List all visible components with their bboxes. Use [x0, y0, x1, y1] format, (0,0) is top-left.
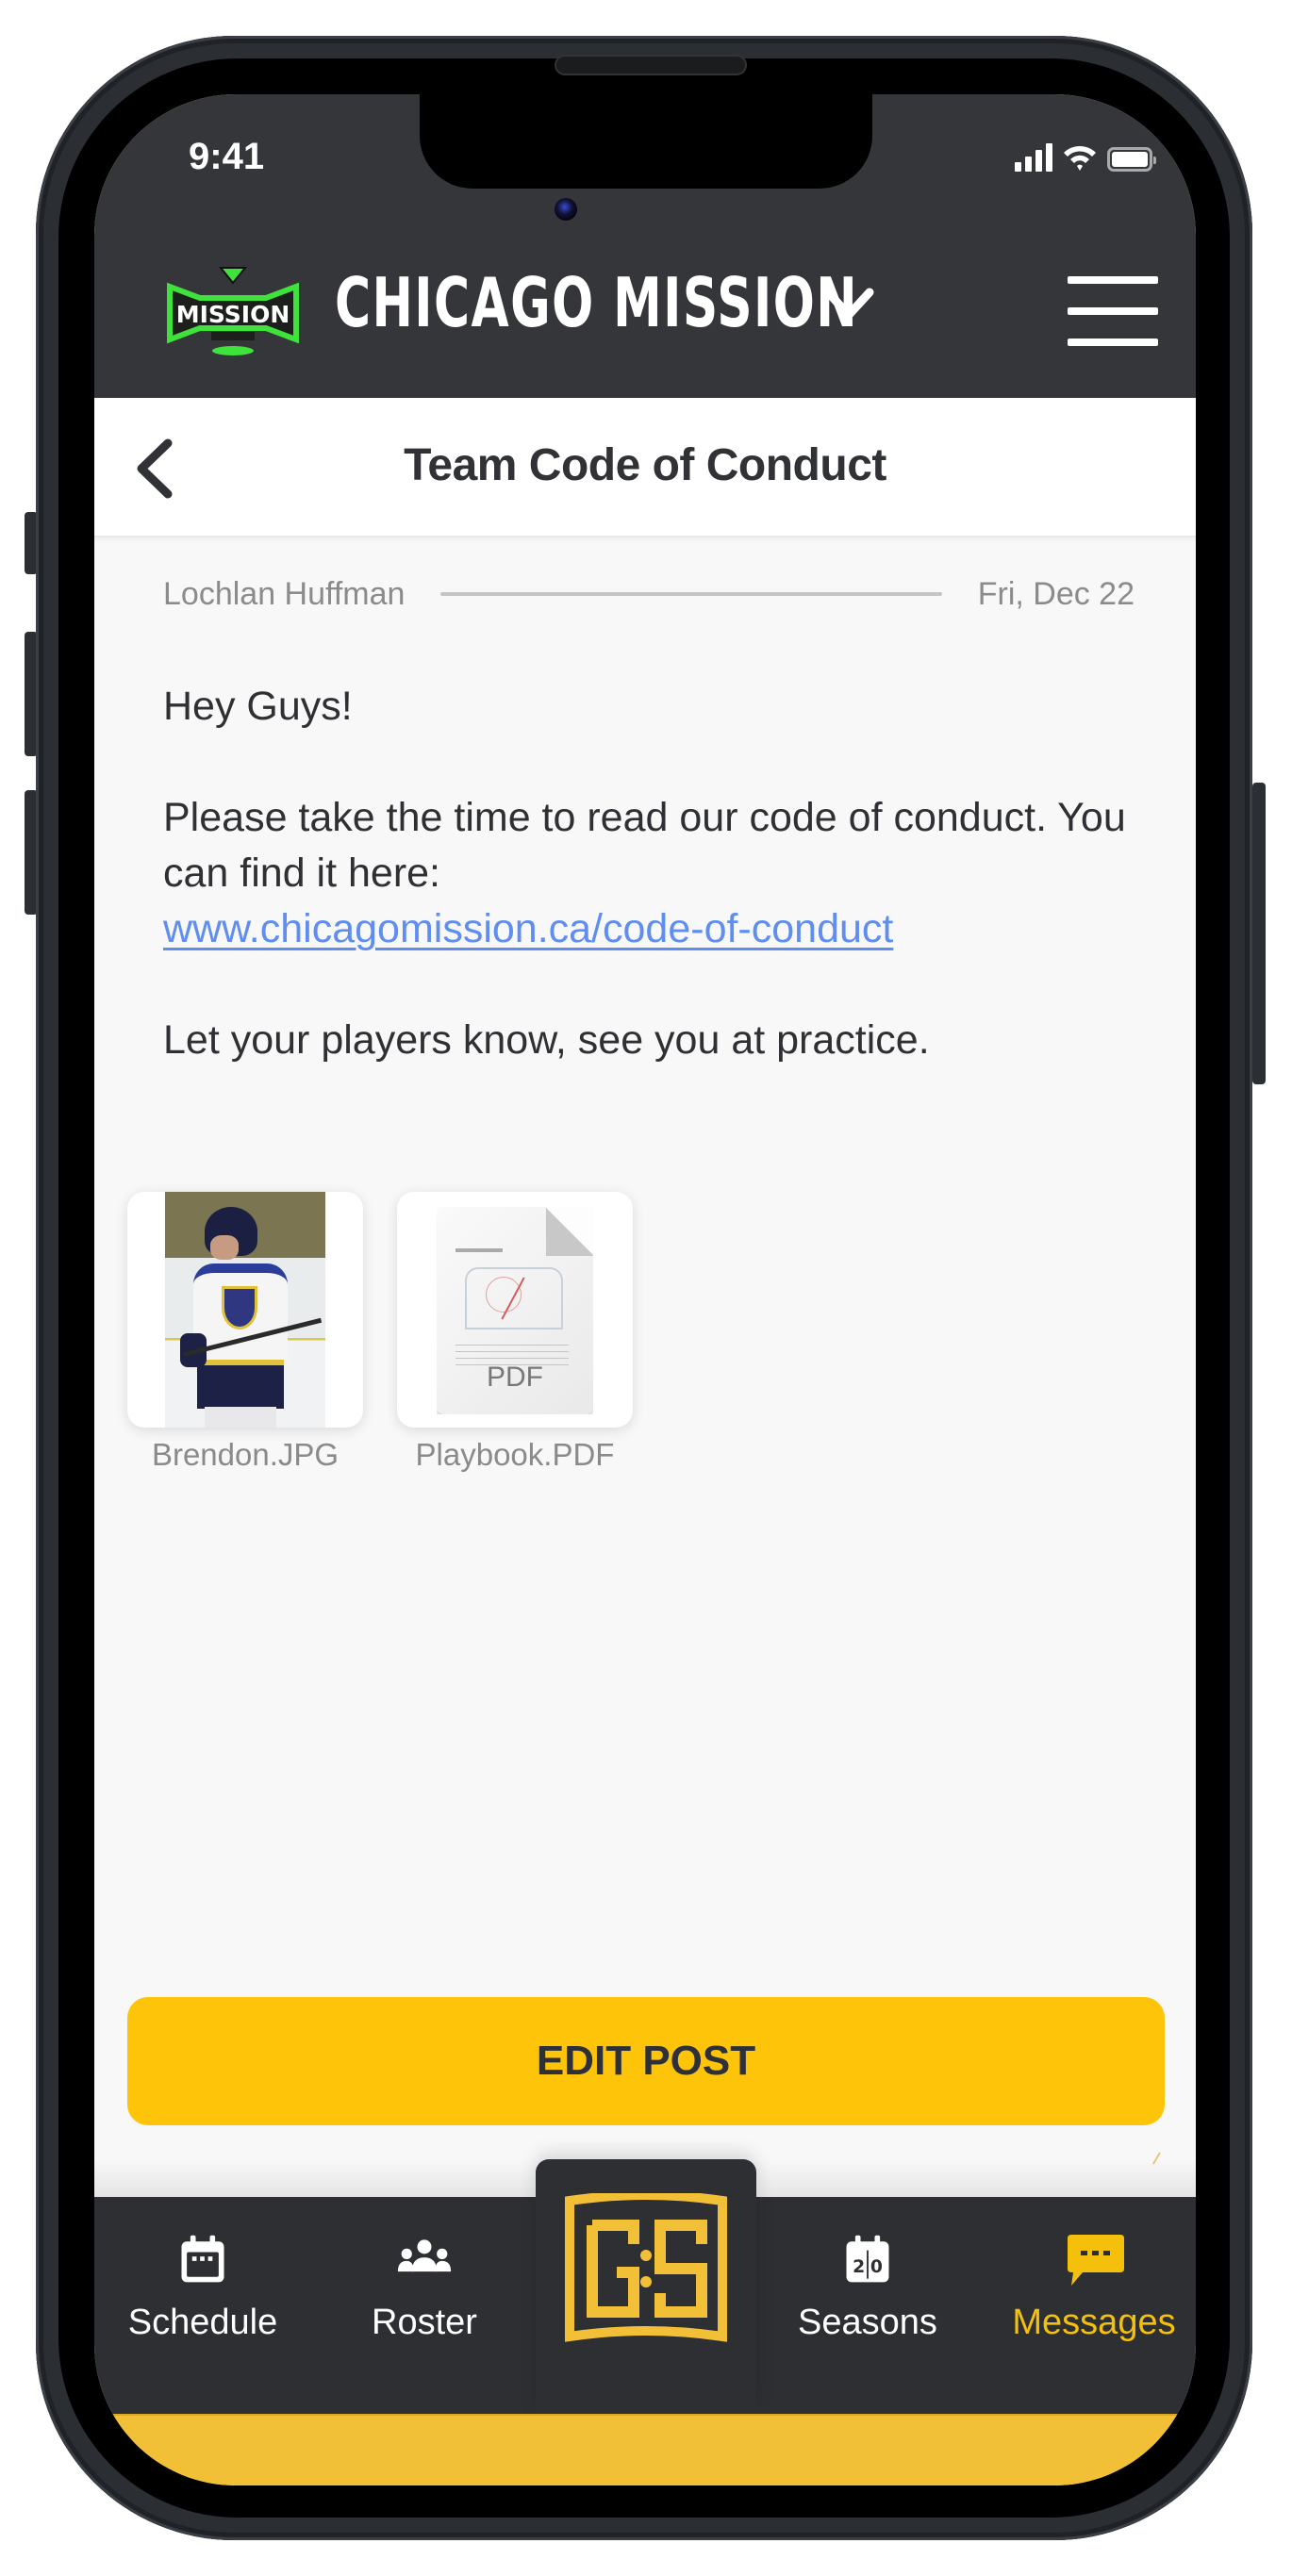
chevron-down-icon[interactable]	[820, 281, 877, 328]
photo-detail	[210, 1235, 239, 1260]
pdf-preview-line	[456, 1248, 503, 1252]
photo-detail	[205, 1407, 276, 1428]
status-time: 9:41	[189, 136, 265, 177]
app-screen: 9:41 MISSION CHICAGO MISSION Team Code o…	[94, 94, 1196, 2485]
image-thumbnail[interactable]	[127, 1192, 363, 1428]
attachment-name: Playbook.PDF	[415, 1437, 615, 1472]
pdf-preview-diagram	[465, 1267, 563, 1329]
front-camera	[555, 198, 577, 221]
calendar-icon	[173, 2229, 233, 2289]
nav-messages[interactable]: Messages	[1000, 2229, 1188, 2343]
message-greeting: Hey Guys!	[163, 684, 353, 729]
photo-detail	[222, 1286, 257, 1329]
photo-detail	[197, 1360, 284, 1409]
nav-schedule[interactable]: Schedule	[108, 2229, 297, 2343]
group-icon	[394, 2229, 455, 2289]
message-author: Lochlan Huffman	[163, 575, 406, 612]
page-title: Team Code of Conduct	[404, 440, 886, 490]
power-button	[1252, 783, 1266, 1084]
nav-label: Seasons	[798, 2303, 937, 2342]
speaker-grille	[555, 55, 747, 75]
cellular-signal-icon	[1015, 143, 1052, 172]
svg-text:MISSION: MISSION	[176, 301, 290, 328]
chat-bubble-icon	[1064, 2229, 1124, 2289]
svg-text:0: 0	[870, 2257, 883, 2277]
message-text: Please take the time to read our code of…	[163, 795, 1126, 896]
nav-label: Schedule	[127, 2303, 278, 2342]
device-notch	[420, 94, 872, 189]
nav-seasons[interactable]: 2 0 Seasons	[773, 2229, 962, 2343]
status-icons	[1015, 143, 1156, 172]
edit-post-button[interactable]: EDIT POST	[127, 1997, 1165, 2125]
gs-logo-icon[interactable]	[564, 2193, 728, 2344]
hamburger-menu-icon[interactable]	[1068, 276, 1158, 346]
message-closing: Let your players know, see you at practi…	[163, 1017, 930, 1063]
attachment-image[interactable]: Brendon.JPG	[127, 1192, 363, 1473]
attachment-name: Brendon.JPG	[151, 1437, 340, 1472]
pdf-thumbnail[interactable]: PDF	[397, 1192, 633, 1428]
title-bar: Team Code of Conduct	[94, 398, 1196, 537]
home-indicator-area	[94, 2414, 1196, 2485]
message-body: Hey Guys! Please take the time to read o…	[163, 679, 1144, 1124]
chicago-mission-logo[interactable]: MISSION	[162, 266, 304, 360]
team-name[interactable]: CHICAGO MISSION	[335, 269, 858, 337]
nav-label: Roster	[372, 2303, 477, 2342]
wifi-icon	[1064, 145, 1096, 171]
message-meta: Lochlan Huffman Fri, Dec 22	[163, 575, 1135, 613]
message-date: Fri, Dec 22	[977, 575, 1135, 612]
nav-roster[interactable]: Roster	[330, 2229, 519, 2343]
attachment-pdf[interactable]: PDF Playbook.PDF	[397, 1192, 633, 1473]
pdf-page-fold	[546, 1207, 593, 1256]
battery-icon	[1107, 147, 1156, 172]
svg-text:2: 2	[853, 2257, 865, 2277]
message-paragraph: Please take the time to read our code of…	[163, 790, 1144, 957]
scoreboard-calendar-icon: 2 0	[837, 2229, 898, 2289]
code-of-conduct-link[interactable]: www.chicagomission.ca/code-of-conduct	[163, 906, 893, 951]
meta-divider	[440, 592, 942, 596]
pdf-badge: PDF	[487, 1362, 543, 1393]
attachments-list: Brendon.JPG PDF Playbook.PDF	[127, 1192, 633, 1473]
nav-label: Messages	[1012, 2303, 1176, 2342]
